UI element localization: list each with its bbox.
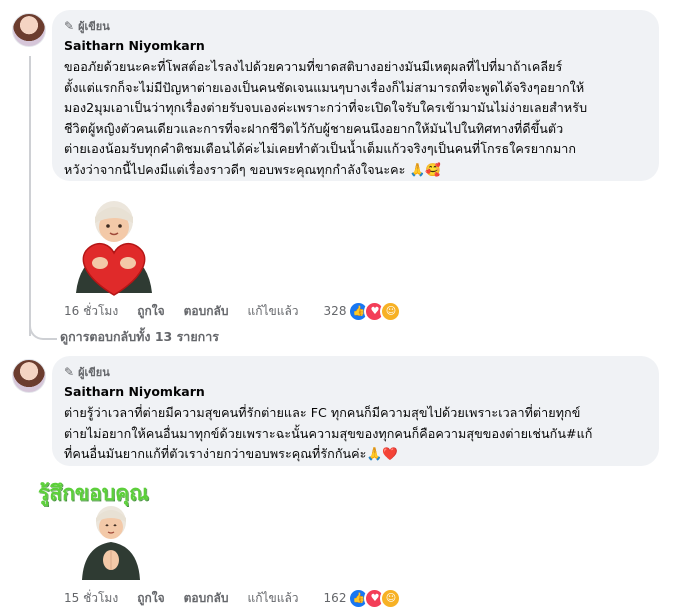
- care-icon[interactable]: ☺: [380, 300, 402, 322]
- author-name[interactable]: Saitharn Niyomkarn: [64, 37, 647, 55]
- edited-label[interactable]: แก้ไขแล้ว: [247, 302, 298, 321]
- avatar[interactable]: [12, 13, 46, 47]
- comment-line: ต่ายเองน้อมรับทุกคำติชมเตือนได้ค่ะไม่เคย…: [64, 141, 577, 156]
- comment-line: ต่ายรู้ว่าเวลาที่ต่ายมีความสุขคนที่รักต่…: [64, 405, 581, 420]
- comment-line: ที่คนอื่นมันยากแก้ที่ตัวเราง่ายกว่าขอบพร…: [64, 446, 398, 461]
- thread-line: [29, 56, 31, 336]
- comment-line: ขออภัยด้วยนะคะที่โพสต์อะไรลงไปด้วยความที…: [64, 59, 563, 74]
- comment-actions: 15 ชั่วโมง ถูกใจ ตอบกลับ แก้ไขแล้ว 162 👍…: [64, 587, 402, 609]
- author-badge-label: ผู้เขียน: [78, 366, 110, 379]
- thread-connector: [29, 300, 57, 340]
- edited-label[interactable]: แก้ไขแล้ว: [247, 589, 298, 608]
- like-button[interactable]: ถูกใจ: [137, 589, 164, 608]
- reply-button[interactable]: ตอบกลับ: [184, 589, 229, 608]
- comment-actions: 16 ชั่วโมง ถูกใจ ตอบกลับ แก้ไขแล้ว 328 👍…: [64, 300, 402, 322]
- like-button[interactable]: ถูกใจ: [137, 302, 164, 321]
- author-badge: ✎ ผู้เขียน: [64, 18, 647, 34]
- comment-line: ชีวิตผู้หญิงตัวคนเดียวและการที่จะฝากชีวิ…: [64, 120, 564, 136]
- comment-line: มอง2มุมเอาเป็นว่าทุกเรื่องต่ายรับจบเองค่…: [64, 100, 588, 115]
- comment-timestamp[interactable]: 15 ชั่วโมง: [64, 589, 118, 608]
- comment-bubble: ✎ ผู้เขียน Saitharn Niyomkarn ขออภัยด้วย…: [52, 10, 659, 181]
- author-badge-label: ผู้เขียน: [78, 20, 110, 33]
- reply-button[interactable]: ตอบกลับ: [184, 302, 229, 321]
- author-badge: ✎ ผู้เขียน: [64, 364, 647, 380]
- comment-timestamp[interactable]: 16 ชั่วโมง: [64, 302, 118, 321]
- heart-hug-sticker[interactable]: [66, 193, 162, 301]
- pencil-icon: ✎: [64, 19, 75, 33]
- comment-line: หวังว่าจากนี้ไปคงมีแต่เรื่องราวดีๆ ขอบพร…: [64, 161, 441, 177]
- care-icon[interactable]: ☺: [380, 587, 402, 609]
- thankful-sticker[interactable]: [76, 500, 146, 582]
- reaction-count[interactable]: 328: [324, 304, 347, 318]
- view-replies-link[interactable]: ดูการตอบกลับทั้ง 13 รายการ: [60, 327, 219, 347]
- avatar[interactable]: [12, 359, 46, 393]
- comment-bubble: ✎ ผู้เขียน Saitharn Niyomkarn ต่ายรู้ว่า…: [52, 356, 659, 466]
- author-name[interactable]: Saitharn Niyomkarn: [64, 383, 647, 401]
- pencil-icon: ✎: [64, 365, 75, 379]
- comment-line: ต่ายไม่อยากให้คนอื่นมาทุกข์ด้วยเพราะฉะนั…: [64, 425, 593, 441]
- reaction-count[interactable]: 162: [324, 591, 347, 605]
- comment-text: ต่ายรู้ว่าเวลาที่ต่ายมีความสุขคนที่รักต่…: [64, 403, 647, 465]
- comment-text: ขออภัยด้วยนะคะที่โพสต์อะไรลงไปด้วยความที…: [64, 57, 647, 180]
- comment-line: ตั้งแต่แรกก็จะไม่มีปัญหาต่ายเองเป็นคนชัด…: [64, 79, 585, 95]
